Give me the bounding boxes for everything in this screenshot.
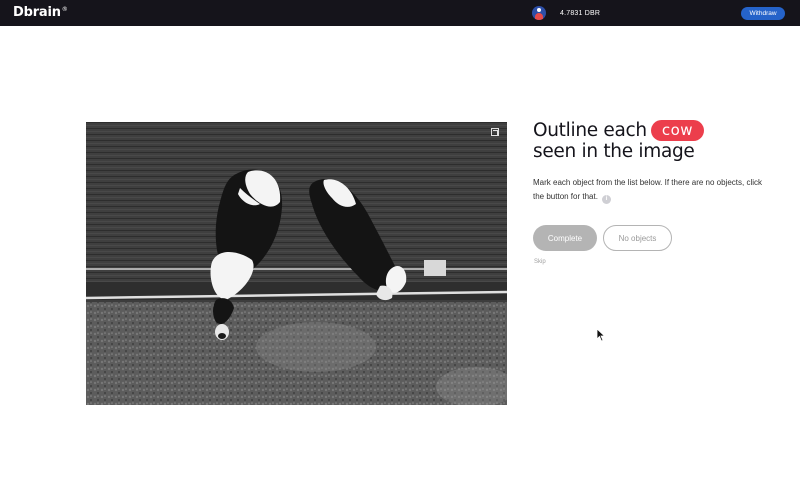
expand-icon[interactable] xyxy=(491,128,499,136)
task-description: Mark each object from the list below. If… xyxy=(533,176,773,204)
logo[interactable]: Dbrain® xyxy=(13,5,68,20)
skip-link[interactable]: Skip xyxy=(534,259,546,265)
complete-button[interactable]: Complete xyxy=(533,225,597,251)
task-image[interactable] xyxy=(86,122,507,405)
registered-mark: ® xyxy=(61,5,68,13)
cow-image-canvas[interactable] xyxy=(86,122,507,405)
top-bar: Dbrain® 4.7831 DBR Withdraw xyxy=(0,0,800,26)
title-prefix: Outline each xyxy=(533,120,647,141)
no-objects-button[interactable]: No objects xyxy=(603,225,672,251)
mouse-cursor-icon xyxy=(596,328,606,342)
description-text: Mark each object from the list below. If… xyxy=(533,178,762,201)
feeder-box xyxy=(424,260,446,276)
object-chip: cow xyxy=(650,120,705,141)
user-avatar-icon[interactable] xyxy=(532,6,546,20)
title-suffix: seen in the image xyxy=(533,141,695,162)
balance-amount: 4.7831 DBR xyxy=(560,9,601,17)
info-icon[interactable]: i xyxy=(601,194,611,204)
withdraw-button[interactable]: Withdraw xyxy=(741,7,785,20)
balance-display: 4.7831 DBR xyxy=(532,5,600,21)
task-title: Outline each cow seen in the image xyxy=(533,120,773,162)
